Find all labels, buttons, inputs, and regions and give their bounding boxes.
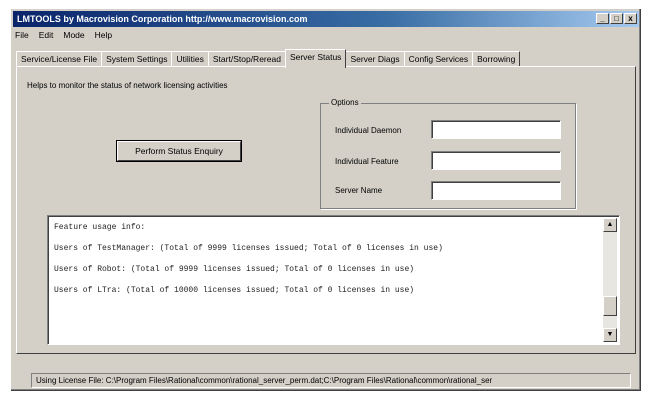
perform-status-enquiry-button[interactable]: Perform Status Enquiry — [117, 141, 241, 161]
tab-strip: Service/License File System Settings Uti… — [16, 49, 521, 68]
tab-system-settings[interactable]: System Settings — [101, 51, 173, 67]
minimize-button[interactable]: _ — [596, 13, 609, 24]
menu-file[interactable]: File — [15, 30, 29, 42]
output-line: Feature usage info: — [54, 223, 146, 232]
tab-start-stop-reread[interactable]: Start/Stop/Reread — [207, 51, 286, 67]
scroll-up-icon[interactable]: ▲ — [603, 218, 617, 232]
status-bar: Using License File: C:\Program Files\Rat… — [31, 373, 631, 388]
help-text: Helps to monitor the status of network l… — [27, 81, 228, 90]
options-legend: Options — [329, 98, 361, 107]
maximize-button[interactable]: □ — [610, 13, 623, 24]
tab-server-status[interactable]: Server Status — [284, 49, 347, 68]
server-name-label: Server Name — [335, 186, 383, 195]
menu-edit[interactable]: Edit — [39, 30, 54, 42]
status-output-textarea[interactable]: Feature usage info: Users of TestManager… — [47, 215, 620, 345]
individual-daemon-input[interactable] — [431, 120, 561, 139]
scroll-thumb[interactable] — [603, 296, 617, 316]
tab-service-license-file[interactable]: Service/License File — [16, 51, 103, 67]
tab-config-services[interactable]: Config Services — [403, 51, 474, 67]
tab-utilities[interactable]: Utilities — [171, 51, 209, 67]
options-group: Options Individual Daemon Individual Fea… — [320, 98, 576, 209]
menu-mode[interactable]: Mode — [63, 30, 84, 42]
server-status-panel: Helps to monitor the status of network l… — [16, 66, 636, 354]
individual-feature-input[interactable] — [431, 151, 561, 170]
individual-daemon-label: Individual Daemon — [335, 126, 402, 135]
close-button[interactable]: x — [624, 13, 637, 24]
individual-feature-label: Individual Feature — [335, 157, 399, 166]
title-bar[interactable]: LMTOOLS by Macrovision Corporation http:… — [13, 11, 639, 27]
output-line: Users of LTra: (Total of 10000 licenses … — [54, 286, 415, 295]
window-title: LMTOOLS by Macrovision Corporation http:… — [17, 14, 308, 24]
lmtools-window: LMTOOLS by Macrovision Corporation http:… — [10, 8, 642, 392]
menu-help[interactable]: Help — [95, 30, 112, 42]
vertical-scrollbar[interactable]: ▲ ▼ — [603, 218, 617, 342]
scroll-down-icon[interactable]: ▼ — [603, 328, 617, 342]
output-line: Users of TestManager: (Total of 9999 lic… — [54, 244, 443, 253]
output-line: Users of Robot: (Total of 9999 licenses … — [54, 265, 415, 274]
server-name-input[interactable] — [431, 181, 561, 200]
menu-bar: File Edit Mode Help — [15, 30, 112, 42]
tab-server-diags[interactable]: Server Diags — [345, 51, 405, 67]
window-controls: _ □ x — [596, 13, 637, 24]
status-output-text: Feature usage info: Users of TestManager… — [54, 222, 600, 306]
tab-borrowing[interactable]: Borrowing — [472, 51, 521, 67]
